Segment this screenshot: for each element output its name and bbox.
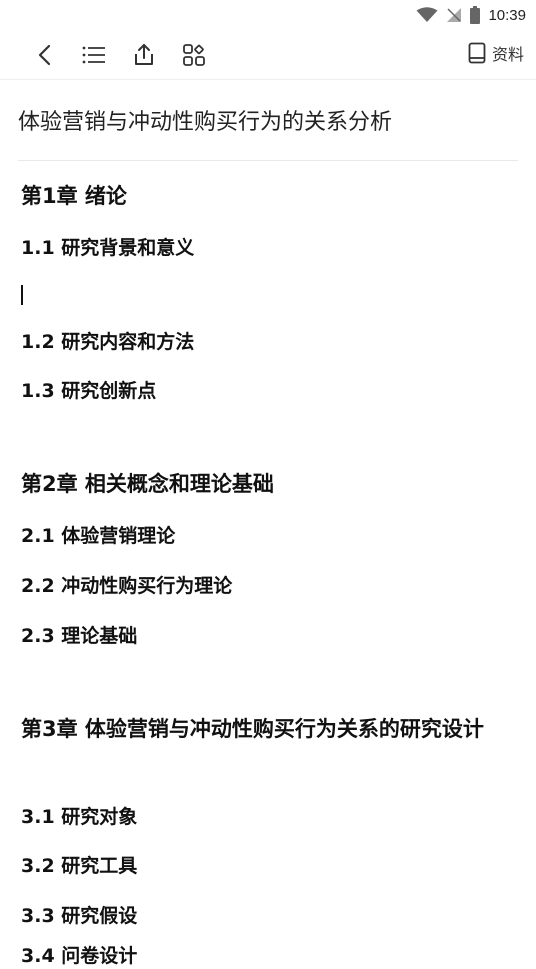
book-icon — [468, 42, 486, 64]
battery-icon — [470, 6, 481, 24]
status-bar: 10:39 — [0, 0, 536, 30]
share-icon — [135, 44, 153, 65]
no-sim-icon — [446, 7, 462, 23]
outline-section[interactable]: 3.2 研究工具 — [21, 853, 506, 879]
grid-icon — [183, 44, 205, 66]
resource-label: 资料 — [491, 45, 524, 64]
list-icon — [82, 46, 105, 64]
apps-button[interactable] — [179, 40, 209, 70]
outline-chapter[interactable]: 第2章 相关概念和理论基础 — [21, 466, 506, 502]
wifi-icon — [416, 7, 438, 23]
outline-section[interactable]: 3.4 问卷设计 — [21, 943, 506, 969]
share-button[interactable] — [129, 40, 159, 70]
outline-button[interactable] — [79, 40, 109, 70]
outline-section[interactable]: 3.3 研究假设 — [21, 903, 506, 929]
outline-section[interactable]: 3.1 研究对象 — [21, 804, 506, 830]
document: 体验营销与冲动性购买行为的关系分析 — [0, 80, 536, 161]
outline-section[interactable]: 2.1 体验营销理论 — [21, 523, 506, 549]
outline-chapter[interactable]: 第3章 体验营销与冲动性购买行为关系的研究设计 — [21, 711, 506, 747]
document-title[interactable]: 体验营销与冲动性购买行为的关系分析 — [18, 104, 518, 161]
outline-section[interactable]: 2.3 理论基础 — [21, 623, 506, 649]
outline-section[interactable]: 1.3 研究创新点 — [21, 378, 506, 404]
chevron-left-icon — [38, 44, 51, 66]
toolbar: 资料 — [0, 30, 536, 80]
resource-button[interactable]: 资料 — [468, 41, 524, 65]
outline-section[interactable]: 1.1 研究背景和意义 — [21, 235, 506, 261]
status-time: 10:39 — [488, 6, 526, 24]
outline-section[interactable]: 2.2 冲动性购买行为理论 — [21, 573, 506, 599]
text-cursor — [21, 285, 23, 305]
outline-section[interactable]: 1.2 研究内容和方法 — [21, 329, 506, 355]
outline-chapter[interactable]: 第1章 绪论 — [21, 178, 506, 214]
back-button[interactable] — [30, 40, 60, 70]
